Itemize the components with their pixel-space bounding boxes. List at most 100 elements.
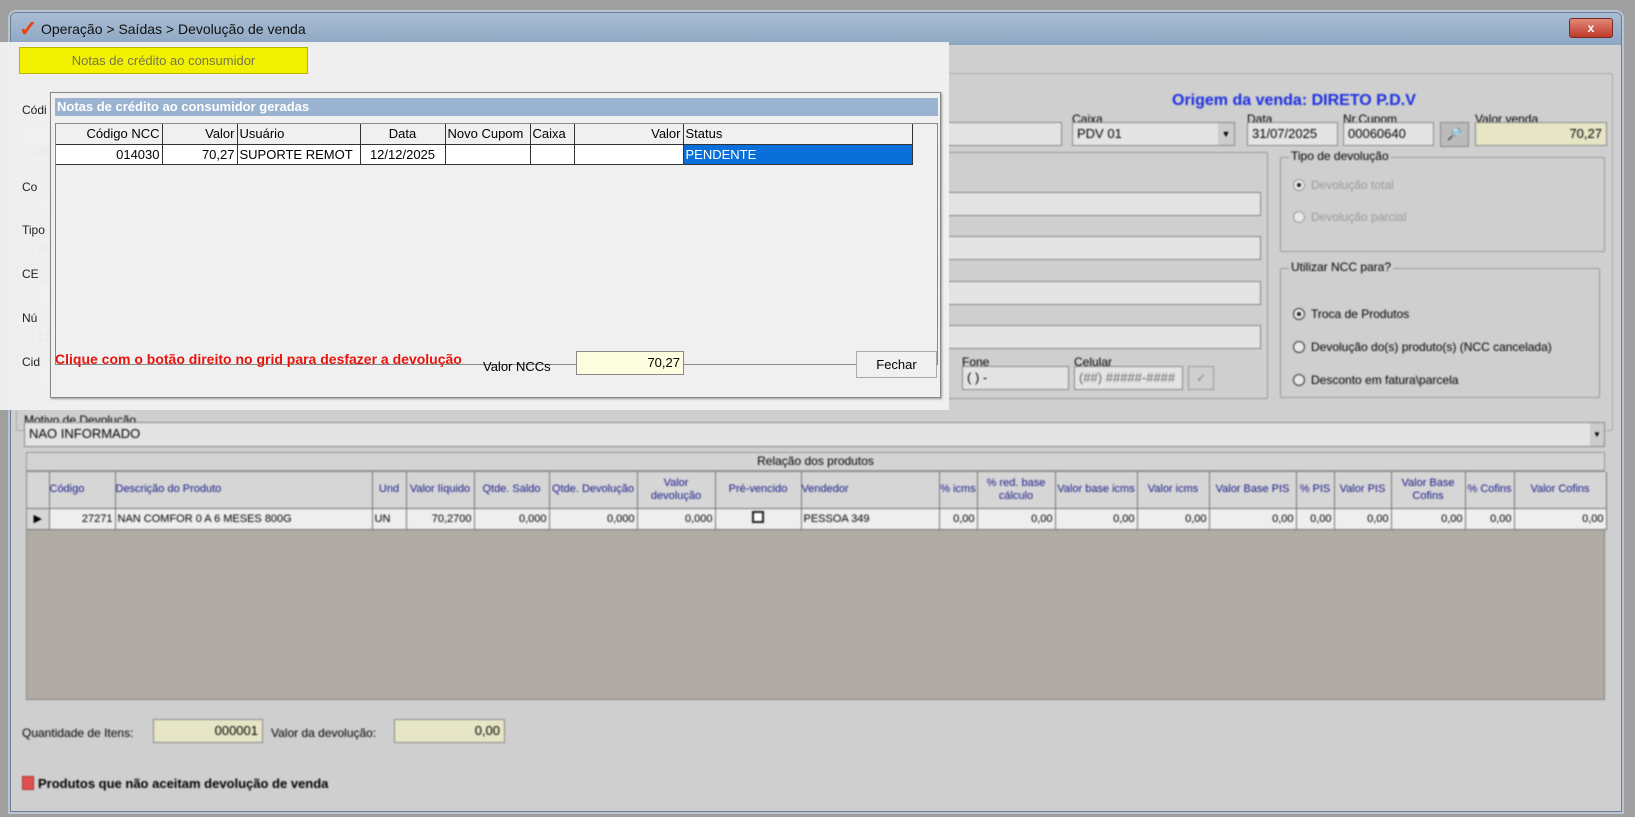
produtos-column-header[interactable]: Pré-vencido: [715, 472, 802, 509]
ncc-column-header[interactable]: Novo Cupom: [445, 124, 531, 145]
produtos-column-header[interactable]: Valor icms: [1137, 472, 1210, 509]
ncc-header-row: Código NCC Valor Usuário Data Novo Cupom Caix…: [56, 124, 913, 145]
produtos-column-header[interactable]: % Cofins: [1465, 472, 1515, 509]
produtos-column-header[interactable]: Vendedor: [801, 472, 940, 509]
chevron-down-icon[interactable]: ▼: [1590, 423, 1604, 446]
table-cell: 0,00: [977, 508, 1056, 530]
origem-venda: Origem da venda: DIRETO P.D.V: [1172, 92, 1416, 109]
celular-input[interactable]: (##) #####-####: [1074, 366, 1183, 390]
table-cell: UN: [372, 508, 407, 530]
motivo-select[interactable]: NAO INFORMADO ▼: [24, 422, 1605, 447]
valor-venda-input[interactable]: 70,27: [1475, 122, 1607, 146]
radio-troca-produtos[interactable]: Troca de Produtos: [1293, 307, 1409, 321]
status-badge[interactable]: PENDENTE: [683, 144, 913, 165]
ncc-cell[interactable]: 014030: [56, 144, 163, 165]
notas-credito-button[interactable]: Notas de crédito ao consumidor: [19, 47, 308, 74]
radio-icon: [1293, 308, 1305, 320]
hint-text: Clique com o botão direito no grid para …: [55, 351, 462, 367]
ncc-column-header[interactable]: Status: [683, 124, 913, 145]
table-cell: 0,00: [1514, 508, 1607, 530]
ncc-column-header[interactable]: Valor: [574, 124, 684, 145]
radio-desconto-fatura[interactable]: Desconto em fatura\parcela: [1293, 373, 1458, 387]
ncc-column-header[interactable]: Data: [360, 124, 446, 145]
produtos-column-header[interactable]: Código: [49, 472, 116, 509]
radio-icon: [1293, 374, 1305, 386]
ncc-cell[interactable]: SUPORTE REMOT: [237, 144, 361, 165]
ncc-row[interactable]: 014030 70,27 SUPORTE REMOT 12/12/2025 PENDEN…: [56, 144, 913, 165]
ncc-column-header[interactable]: Usuário: [237, 124, 361, 145]
table-cell: 0,000: [549, 508, 638, 530]
produtos-column-header[interactable]: Qtde. Devolução: [549, 472, 638, 509]
fone-input[interactable]: ( ) -: [962, 366, 1069, 390]
produtos-column-header[interactable]: Valor devolução: [637, 472, 716, 509]
valor-nccs-input[interactable]: 70,27: [576, 351, 684, 375]
ncc-column-header[interactable]: Caixa: [530, 124, 575, 145]
pre-vencido-checkbox[interactable]: [715, 508, 802, 530]
produtos-column-header[interactable]: % PIS: [1296, 472, 1335, 509]
radio-label: Devolução do(s) produto(s) (NCC cancelad…: [1311, 340, 1552, 354]
produtos-column-header[interactable]: Valor PIS: [1334, 472, 1392, 509]
ncc-column-header[interactable]: Valor: [162, 124, 238, 145]
caixa-select[interactable]: PDV 01 ▼: [1072, 122, 1235, 146]
produtos-column-header[interactable]: Valor base icms: [1055, 472, 1138, 509]
radio-label: Devolução total: [1311, 178, 1394, 192]
group-caption: Utilizar NCC para?: [1289, 260, 1394, 274]
tipo-devolucao-group: Tipo de devolução: [1280, 149, 1605, 252]
close-button[interactable]: x: [1569, 18, 1613, 38]
ncc-cell[interactable]: [574, 144, 684, 165]
table-cell: 27271: [49, 508, 116, 530]
produtos-column-header[interactable]: Valor líquido: [406, 472, 475, 509]
ncc-table: Código NCC Valor Usuário Data Novo Cupom Caix…: [56, 124, 913, 165]
table-cell: 0,00: [1209, 508, 1297, 530]
window-title: Operação > Saídas > Devolução de venda: [41, 21, 306, 37]
cep-label: CE: [22, 267, 39, 281]
radio-icon: [1293, 179, 1305, 191]
produtos-column-header[interactable]: % red. base cálculo: [977, 472, 1056, 509]
produtos-column-header[interactable]: Descrição do Produto: [115, 472, 373, 509]
produtos-header-row: Código Descrição do Produto Und Valor líqui…: [27, 472, 1607, 509]
produtos-column-header[interactable]: Und: [372, 472, 407, 509]
data-input[interactable]: 31/07/2025: [1247, 122, 1338, 146]
legend-text: Produtos que não aceitam devolução de ve…: [38, 776, 329, 791]
table-cell: 0,00: [1334, 508, 1392, 530]
produtos-grid[interactable]: Código Descrição do Produto Und Valor líqui…: [26, 471, 1607, 700]
radio-devolucao-total[interactable]: Devolução total: [1293, 178, 1394, 192]
table-row[interactable]: ▶ 27271 NAN COMFOR 0 A 6 MESES 800G UN 70,27…: [27, 508, 1607, 530]
ncc-cell[interactable]: 12/12/2025: [360, 144, 446, 165]
cupom-input[interactable]: 00060640: [1343, 122, 1434, 146]
fechar-button[interactable]: Fechar: [856, 351, 937, 378]
table-cell: 0,00: [1296, 508, 1335, 530]
produtos-column-header[interactable]: Valor Base PIS: [1209, 472, 1297, 509]
radio-icon: [1293, 341, 1305, 353]
table-cell: 0,000: [637, 508, 716, 530]
ncc-grid[interactable]: Código NCC Valor Usuário Data Novo Cupom Caix…: [55, 123, 938, 365]
valor-devolucao-label: Valor da devolução:: [271, 726, 377, 740]
produtos-column-header[interactable]: Qtde. Saldo: [474, 472, 550, 509]
ncc-cell[interactable]: [530, 144, 575, 165]
ncc-cell[interactable]: 70,27: [162, 144, 238, 165]
motivo-value: NAO INFORMADO: [29, 426, 141, 441]
row-pointer-icon: ▶: [27, 508, 50, 530]
confirm-check-button[interactable]: ✓: [1188, 366, 1214, 390]
search-icon: 🔎: [1447, 127, 1462, 141]
table-cell: 0,00: [1055, 508, 1138, 530]
ncc-column-header[interactable]: Código NCC: [56, 124, 163, 145]
ncc-popup: Notas de crédito ao consumidor geradas C…: [50, 92, 941, 398]
table-cell: 0,00: [1137, 508, 1210, 530]
qtd-itens-input[interactable]: 000001: [153, 719, 263, 743]
radio-devolucao-produtos[interactable]: Devolução do(s) produto(s) (NCC cancelad…: [1293, 340, 1552, 354]
valor-devolucao-input[interactable]: 0,00: [394, 719, 505, 743]
search-button[interactable]: 🔎: [1440, 122, 1469, 147]
field-label: Co: [22, 180, 38, 194]
row-indicator-header: [27, 472, 50, 509]
radio-devolucao-parcial[interactable]: Devolução parcial: [1293, 210, 1406, 224]
check-icon: ✓: [1195, 371, 1207, 385]
table-cell: 0,00: [1391, 508, 1466, 530]
chevron-down-icon[interactable]: ▼: [1218, 123, 1234, 145]
ncc-cell[interactable]: [445, 144, 531, 165]
produtos-column-header[interactable]: Valor Cofins: [1514, 472, 1607, 509]
cidade-label: Cid: [22, 355, 41, 369]
produtos-column-header[interactable]: Valor Base Cofins: [1391, 472, 1466, 509]
produtos-column-header[interactable]: % icms: [939, 472, 978, 509]
radio-label: Desconto em fatura\parcela: [1311, 373, 1459, 387]
